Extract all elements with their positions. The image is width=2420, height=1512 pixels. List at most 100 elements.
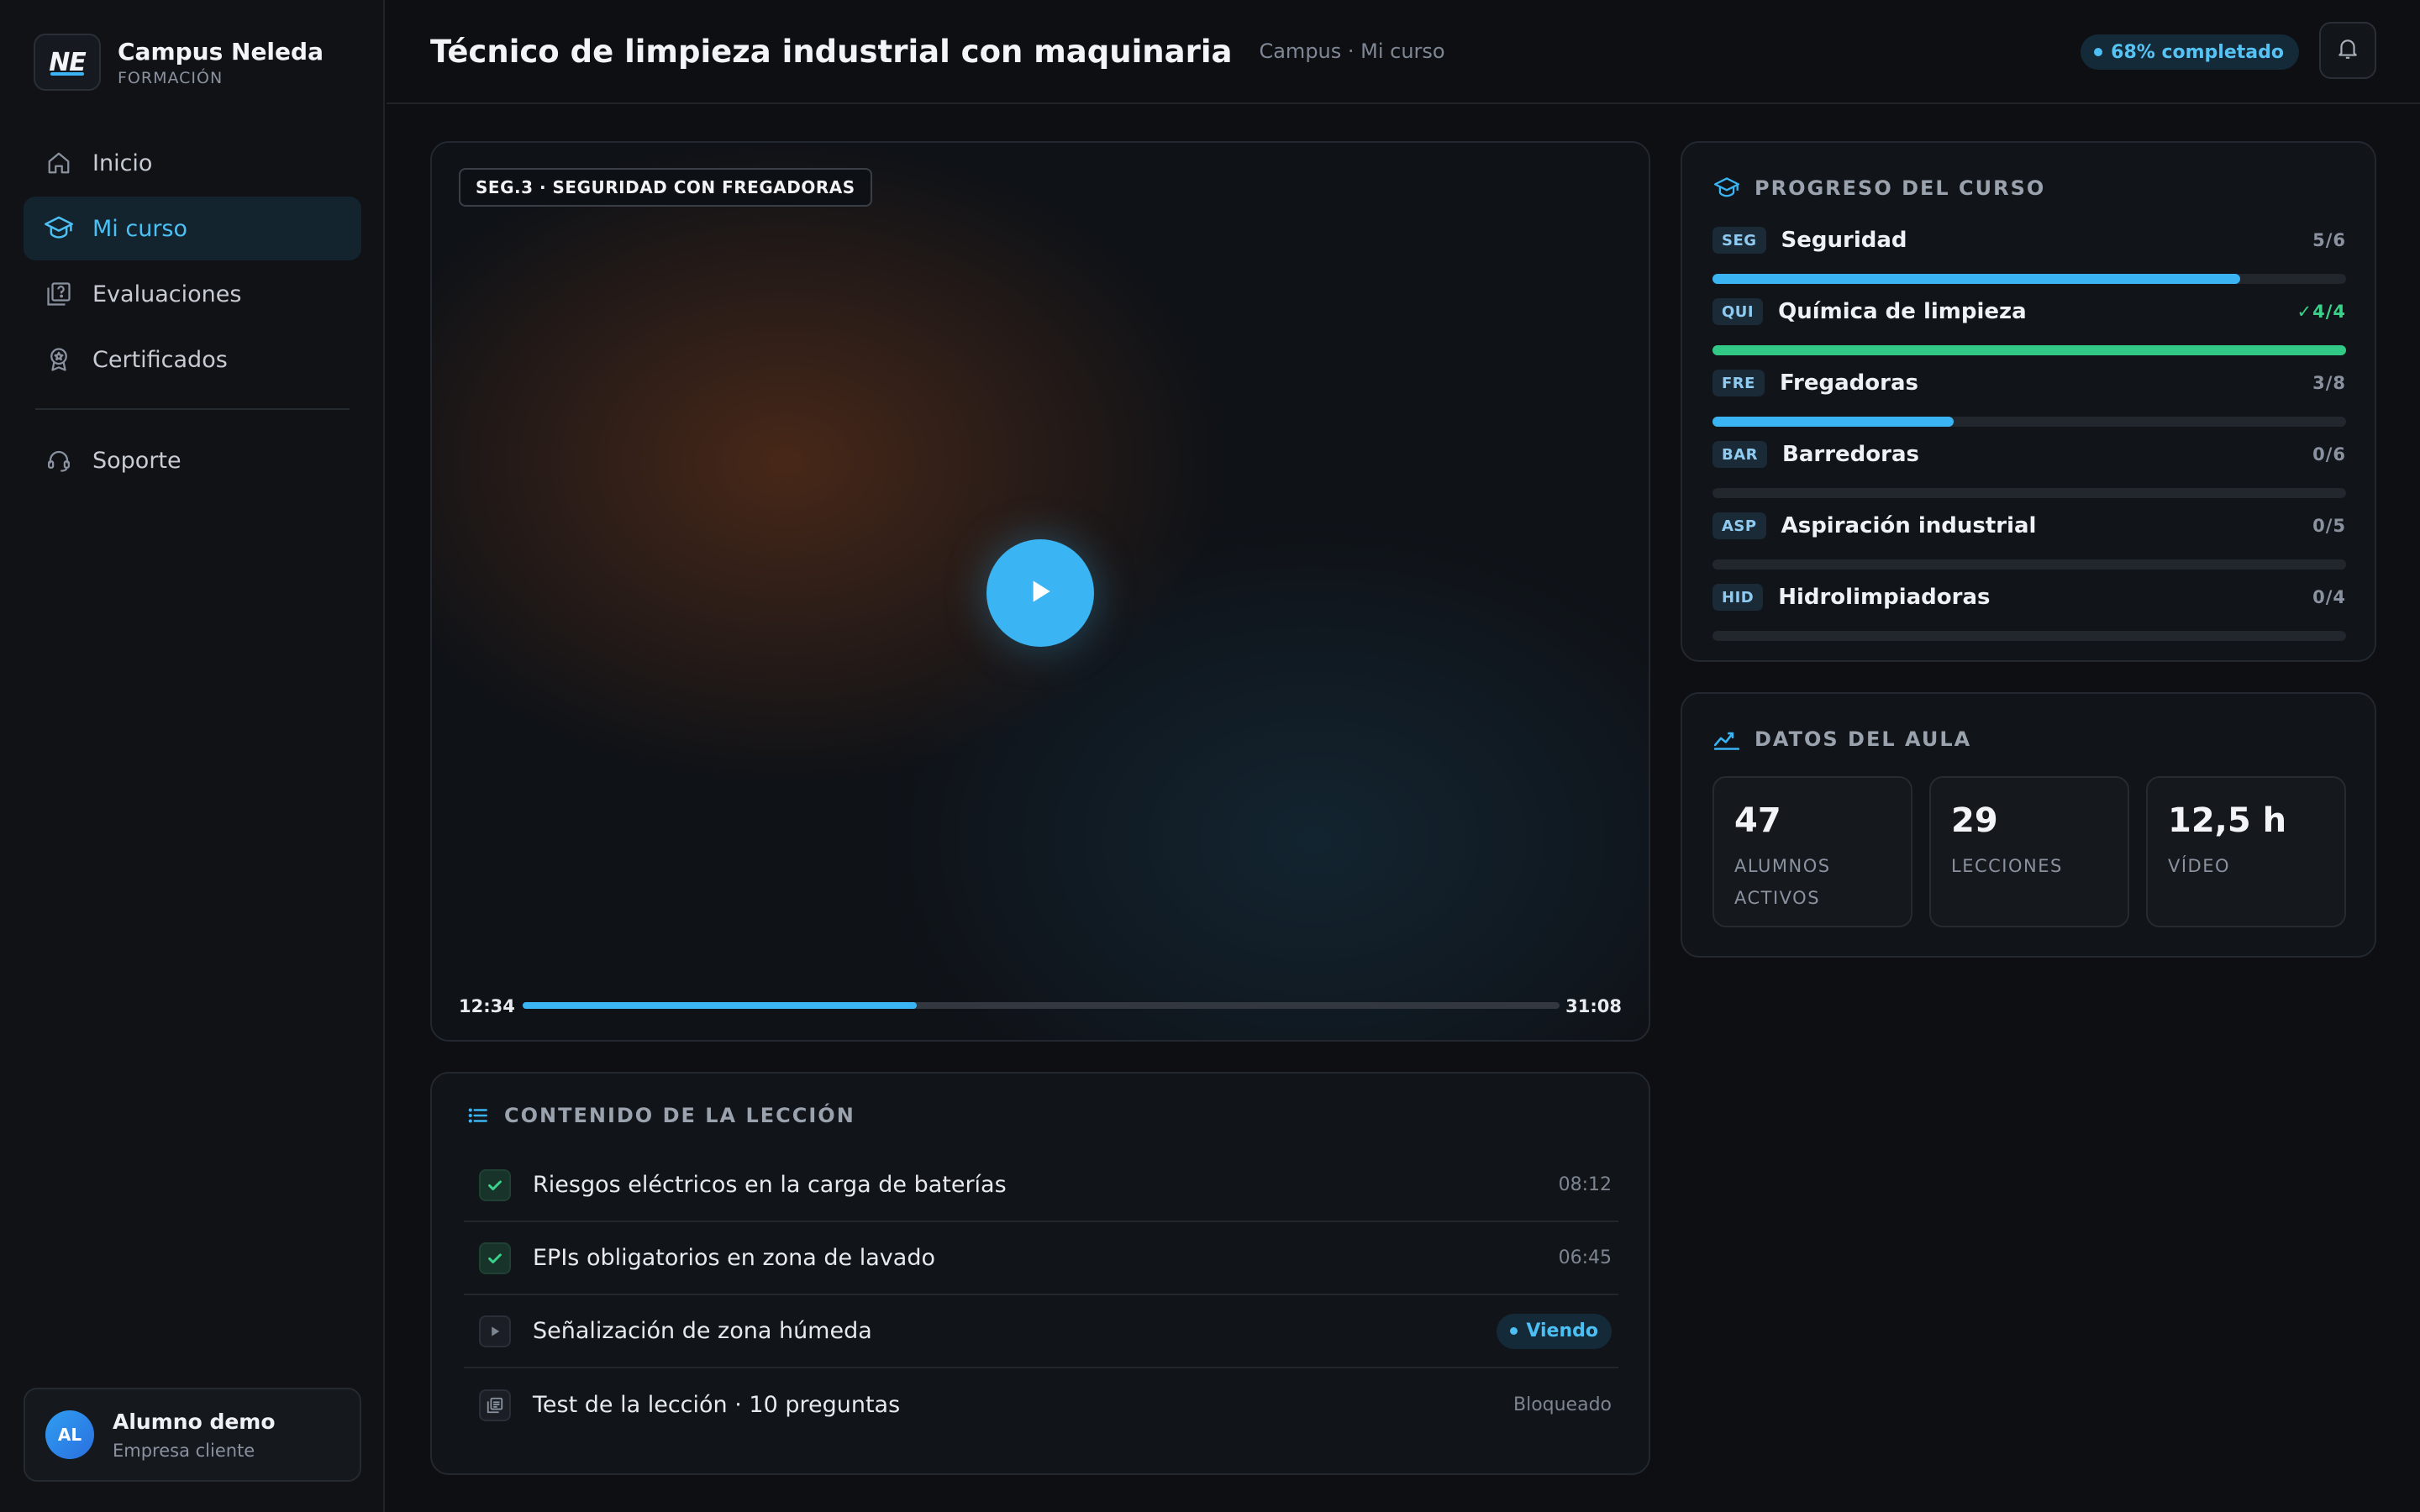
module-name: Barredoras bbox=[1782, 442, 1919, 467]
sidebar: NE Campus Neleda FORMACIÓN Inicio Mi cur… bbox=[0, 0, 385, 1512]
stat-value: 12,5 h bbox=[2168, 801, 2287, 840]
user-text: Alumno demo Empresa cliente bbox=[113, 1410, 276, 1461]
module-progress-fill bbox=[1712, 274, 2241, 284]
module-progress-bar bbox=[1712, 559, 2346, 570]
video-seek-progress bbox=[523, 1002, 917, 1009]
check-icon bbox=[479, 1242, 511, 1274]
module-aspiracion[interactable]: ASP Aspiración industrial 0/5 bbox=[1712, 509, 2346, 580]
trend-chart-icon bbox=[1714, 728, 1739, 750]
module-hidrolimpiadoras[interactable]: HID Hidrolimpiadoras 0/4 bbox=[1712, 580, 2346, 652]
module-head: HID Hidrolimpiadoras bbox=[1712, 580, 2346, 614]
module-name: Química de limpieza bbox=[1778, 299, 2027, 324]
sidebar-item-certificados[interactable]: Certificados bbox=[24, 328, 361, 391]
lesson-list: Riesgos eléctricos en la carga de baterí… bbox=[464, 1149, 1618, 1441]
status-dot bbox=[2094, 48, 2103, 56]
brand-logo-underline bbox=[50, 72, 84, 76]
video-section-tag: SEG.3 · SEGURIDAD CON FREGADORAS bbox=[459, 168, 872, 207]
module-seguridad[interactable]: SEG Seguridad 5/6 bbox=[1712, 223, 2346, 295]
stat-label: LECCIONES bbox=[1951, 856, 2063, 876]
sidebar-item-label: Certificados bbox=[92, 346, 228, 373]
video-total-time: 31:08 bbox=[1565, 996, 1622, 1016]
lesson-item[interactable]: Riesgos eléctricos en la carga de baterí… bbox=[464, 1149, 1618, 1222]
lesson-item[interactable]: EPIs obligatorios en zona de lavado 06:4… bbox=[464, 1222, 1618, 1295]
module-progress-fill bbox=[1712, 345, 2346, 355]
brand[interactable]: NE Campus Neleda FORMACIÓN bbox=[34, 34, 324, 91]
module-head: FRE Fregadoras bbox=[1712, 366, 2346, 400]
notifications-button[interactable] bbox=[2319, 22, 2376, 79]
check-icon bbox=[479, 1168, 511, 1201]
lesson-item[interactable]: Test de la lección · 10 preguntas Bloque… bbox=[464, 1368, 1618, 1441]
page-title: Técnico de limpieza industrial con maqui… bbox=[430, 33, 1233, 70]
module-code-badge: HID bbox=[1712, 584, 1764, 611]
brand-logo: NE bbox=[34, 34, 101, 91]
watching-badge: Viendo bbox=[1497, 1313, 1612, 1349]
sidebar-nav: Inicio Mi curso Evaluaciones Certificado… bbox=[24, 131, 361, 494]
status-dot bbox=[1510, 1327, 1518, 1335]
module-count: 5/6 bbox=[2312, 230, 2346, 250]
breadcrumb[interactable]: Campus · Mi curso bbox=[1259, 39, 1444, 63]
module-code-badge: FRE bbox=[1712, 370, 1765, 396]
module-code-badge: BAR bbox=[1712, 441, 1768, 468]
module-count: 0/4 bbox=[2312, 587, 2346, 607]
graduation-cap-icon bbox=[1714, 177, 1739, 199]
quiz-icon bbox=[479, 1389, 511, 1421]
stat-active-students: 47 ALUMNOS ACTIVOS bbox=[1712, 776, 1912, 927]
module-head: ASP Aspiración industrial bbox=[1712, 509, 2346, 543]
stat-label: VÍDEO bbox=[2168, 856, 2231, 876]
lesson-title: Riesgos eléctricos en la carga de baterí… bbox=[533, 1172, 1007, 1198]
stat-label-line: ACTIVOS bbox=[1734, 888, 1821, 908]
play-icon bbox=[1023, 575, 1057, 612]
sidebar-item-label: Evaluaciones bbox=[92, 281, 242, 307]
sidebar-item-mi-curso[interactable]: Mi curso bbox=[24, 197, 361, 260]
video-player[interactable]: SEG.3 · SEGURIDAD CON FREGADORAS 12:34 3… bbox=[430, 141, 1650, 1042]
locked-status: Bloqueado bbox=[1512, 1394, 1612, 1415]
module-count: 3/8 bbox=[2312, 373, 2346, 393]
classroom-stats-card: DATOS DEL AULA 47 ALUMNOS ACTIVOS 29 LEC… bbox=[1681, 692, 2376, 958]
sidebar-item-label: Mi curso bbox=[92, 215, 188, 242]
sidebar-item-soporte[interactable]: Soporte bbox=[24, 428, 361, 492]
stat-label-line: ALUMNOS bbox=[1734, 856, 1831, 876]
module-count: 0/6 bbox=[2312, 444, 2346, 465]
headset-icon bbox=[44, 445, 74, 475]
module-progress-bar bbox=[1712, 417, 2346, 427]
user-profile-card[interactable]: AL Alumno demo Empresa cliente bbox=[24, 1388, 361, 1482]
brand-subtitle: FORMACIÓN bbox=[118, 68, 224, 87]
stat-video-hours: 12,5 h VÍDEO bbox=[2146, 776, 2346, 927]
video-seek-bar[interactable] bbox=[523, 1002, 1560, 1009]
quiz-icon bbox=[44, 279, 74, 309]
course-progress-badge: 68% completado bbox=[2081, 34, 2299, 70]
stat-value: 47 bbox=[1734, 801, 1781, 840]
sidebar-item-inicio[interactable]: Inicio bbox=[24, 131, 361, 195]
module-progress-bar bbox=[1712, 274, 2346, 284]
list-icon bbox=[467, 1105, 489, 1126]
lesson-content-heading: CONTENIDO DE LA LECCIÓN bbox=[467, 1104, 855, 1127]
play-button[interactable] bbox=[986, 539, 1094, 647]
classroom-stats-heading: DATOS DEL AULA bbox=[1714, 727, 1971, 751]
user-name: Alumno demo bbox=[113, 1409, 276, 1434]
module-progress-bar bbox=[1712, 345, 2346, 355]
bell-icon bbox=[2337, 37, 2359, 64]
module-barredoras[interactable]: BAR Barredoras 0/6 bbox=[1712, 438, 2346, 509]
sidebar-item-evaluaciones[interactable]: Evaluaciones bbox=[24, 262, 361, 326]
lesson-content-heading-label: CONTENIDO DE LA LECCIÓN bbox=[504, 1104, 855, 1127]
module-name: Aspiración industrial bbox=[1781, 513, 2037, 538]
stat-lessons: 29 LECCIONES bbox=[1929, 776, 2129, 927]
module-quimica[interactable]: QUI Química de limpieza ✓4/4 bbox=[1712, 295, 2346, 366]
module-name: Seguridad bbox=[1781, 228, 1907, 253]
video-current-time: 12:34 bbox=[459, 996, 515, 1016]
classroom-stats-heading-label: DATOS DEL AULA bbox=[1754, 727, 1972, 751]
user-role: Empresa cliente bbox=[113, 1440, 255, 1461]
module-fregadoras[interactable]: FRE Fregadoras 3/8 bbox=[1712, 366, 2346, 438]
lesson-title: EPIs obligatorios en zona de lavado bbox=[533, 1245, 935, 1271]
brand-name: Campus Neleda bbox=[118, 37, 324, 66]
graduation-cap-icon bbox=[44, 213, 74, 244]
lesson-title: Señalización de zona húmeda bbox=[533, 1318, 872, 1344]
nav-divider bbox=[35, 408, 350, 410]
sidebar-item-label: Inicio bbox=[92, 150, 153, 176]
module-code-badge: ASP bbox=[1712, 512, 1766, 539]
lesson-item[interactable]: Señalización de zona húmeda Viendo bbox=[464, 1295, 1618, 1368]
module-list: SEG Seguridad 5/6 QUI Química de limpiez… bbox=[1712, 223, 2346, 652]
lesson-title: Test de la lección · 10 preguntas bbox=[533, 1392, 901, 1418]
app-root: NE Campus Neleda FORMACIÓN Inicio Mi cur… bbox=[0, 0, 2420, 1512]
award-icon bbox=[44, 344, 74, 375]
